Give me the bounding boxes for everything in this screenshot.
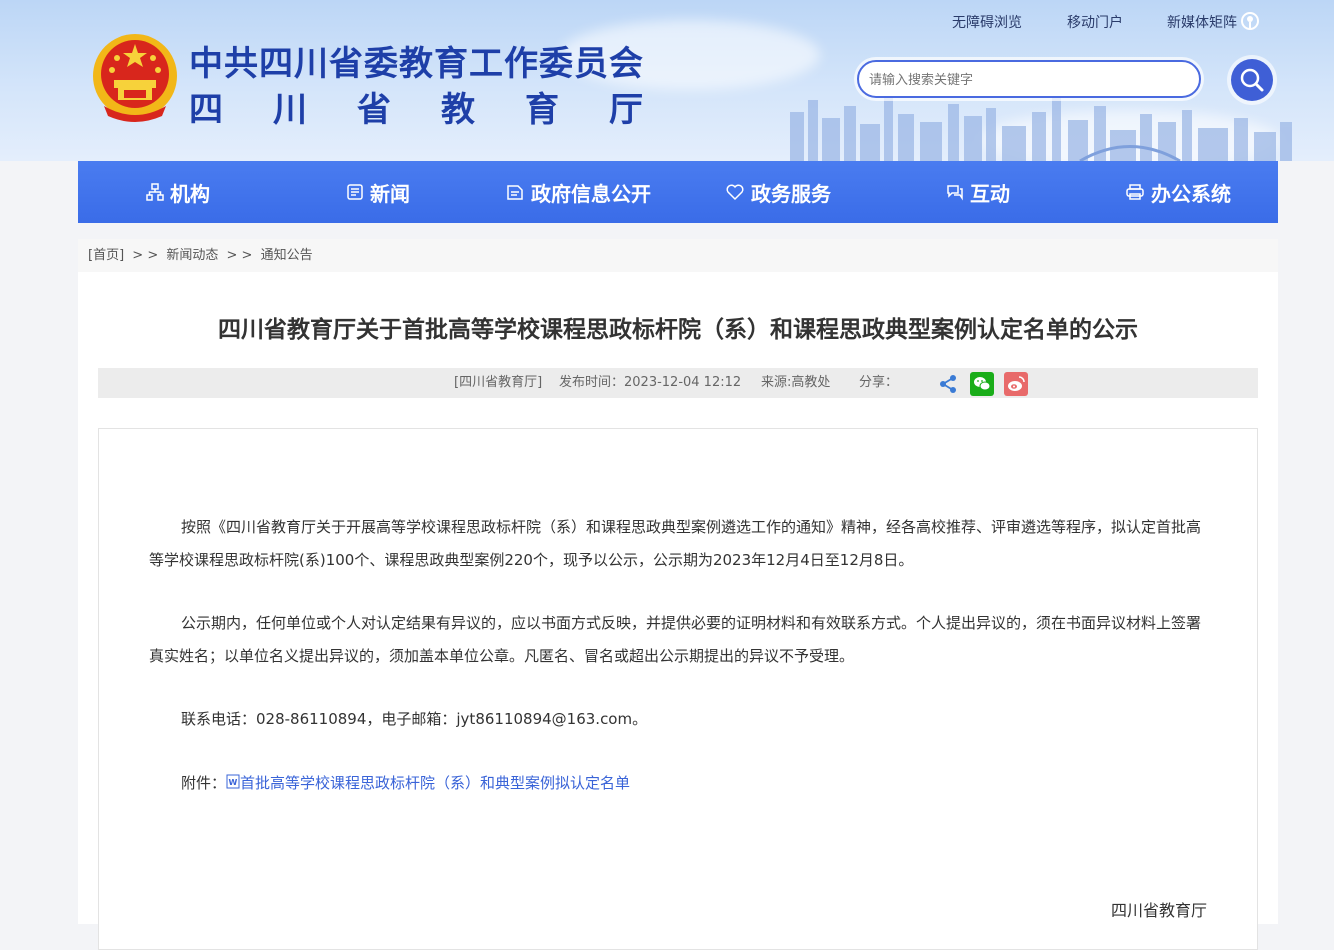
attachment-label: 附件：: [181, 774, 227, 792]
search-button[interactable]: [1231, 59, 1273, 101]
article-body: 按照《四川省教育厅关于开展高等学校课程思政标杆院（系）和课程思政典型案例遴选工作…: [98, 428, 1258, 950]
nav-label: 政务服务: [751, 181, 831, 206]
city-skyline-illustration: [790, 96, 1292, 161]
heart-hand-icon: [726, 184, 744, 201]
site-title-committee: 中共四川省委教育工作委员会: [189, 44, 644, 84]
document-icon: [507, 185, 523, 200]
share-icon: [940, 375, 956, 393]
wechat-share-button[interactable]: [970, 372, 994, 396]
newspaper-icon: [347, 184, 363, 200]
signature: 四川省教育厅: [1111, 901, 1208, 920]
search-input[interactable]: [859, 62, 1171, 98]
article-paragraph: 联系电话：028-86110894，电子邮箱：jyt86110894@163.c…: [181, 710, 648, 728]
word-file-icon: W: [226, 774, 240, 789]
nav-label: 机构: [170, 181, 210, 206]
nav-item-org[interactable]: 机构: [78, 161, 278, 223]
meta-share-label: 分享：: [859, 375, 899, 390]
nav-item-gov-info[interactable]: 政府信息公开: [478, 161, 678, 223]
chat-icon: [947, 185, 963, 201]
search-icon: [1240, 68, 1264, 92]
breadcrumb-separator: > >: [132, 248, 159, 263]
breadcrumb-separator: > >: [226, 248, 253, 263]
content-panel: 四川省教育厅关于首批高等学校课程思政标杆院（系）和课程思政典型案例认定名单的公示…: [78, 272, 1278, 950]
breadcrumb-notices[interactable]: 通知公告: [261, 248, 313, 263]
wechat-icon: [974, 377, 991, 391]
breadcrumb-news[interactable]: 新闻动态: [166, 248, 218, 263]
nav-label: 新闻: [370, 181, 410, 206]
nav-label: 办公系统: [1151, 181, 1231, 206]
article-meta: [四川省教育厅] 发布时间：2023-12-04 12:12 来源:高教处 分享…: [98, 368, 1258, 398]
main-nav: 机构 新闻 政府信息公开 政务服务 互动 办公系统: [78, 161, 1278, 223]
meta-publish-time: 发布时间：2023-12-04 12:12: [559, 375, 742, 390]
meta-source: 来源:高教处: [761, 375, 831, 390]
weibo-icon: [1008, 376, 1025, 391]
accessibility-link[interactable]: 无障碍浏览: [952, 12, 1022, 32]
article-paragraph: 按照《四川省教育厅关于开展高等学校课程思政标杆院（系）和课程思政典型案例遴选工作…: [149, 518, 1202, 569]
share-button[interactable]: [936, 372, 960, 396]
svg-text:W: W: [229, 778, 238, 787]
site-title-department: 四川省教育厅: [189, 90, 693, 130]
nav-label: 政府信息公开: [531, 181, 651, 206]
mobile-portal-link[interactable]: 移动门户: [1067, 12, 1123, 32]
attachment-link[interactable]: 首批高等学校课程思政标杆院（系）和典型案例拟认定名单: [240, 774, 630, 792]
article-paragraph: 公示期内，任何单位或个人对认定结果有异议的，应以书面方式反映，并提供必要的证明材…: [149, 614, 1202, 665]
nav-item-services[interactable]: 政务服务: [678, 161, 878, 223]
nav-item-interaction[interactable]: 互动: [878, 161, 1078, 223]
weibo-share-button[interactable]: [1004, 372, 1028, 396]
org-chart-icon: [146, 183, 164, 201]
printer-icon: [1126, 184, 1144, 200]
search-box: [857, 60, 1201, 98]
nav-item-office[interactable]: 办公系统: [1078, 161, 1278, 223]
new-media-icon[interactable]: [1240, 11, 1260, 31]
nav-label: 互动: [970, 181, 1010, 206]
new-media-link[interactable]: 新媒体矩阵: [1167, 12, 1237, 32]
meta-org: [四川省教育厅]: [454, 375, 543, 390]
header-banner: 中共四川省委教育工作委员会 四川省教育厅 无障碍浏览 移动门户 新媒体矩阵: [0, 0, 1334, 161]
breadcrumb-home[interactable]: [首页]: [88, 248, 124, 263]
breadcrumb: [首页] > > 新闻动态 > > 通知公告: [78, 239, 1278, 272]
article-title: 四川省教育厅关于首批高等学校课程思政标杆院（系）和课程思政典型案例认定名单的公示: [218, 317, 1138, 343]
attachment-row: 附件： W 首批高等学校课程思政标杆院（系）和典型案例拟认定名单: [149, 767, 1209, 800]
national-emblem: [93, 34, 177, 122]
nav-item-news[interactable]: 新闻: [278, 161, 478, 223]
